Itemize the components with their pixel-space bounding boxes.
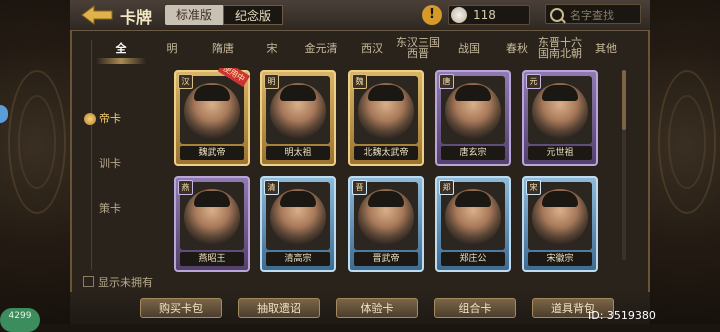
checkbox[interactable] <box>83 276 94 287</box>
era-badge: 元 <box>526 74 541 89</box>
search-icon <box>550 8 564 22</box>
tab-era-chunqiu[interactable]: 春秋 <box>494 32 540 64</box>
era-badge: 清 <box>264 180 279 195</box>
portrait <box>532 189 588 246</box>
era-badge: 郑 <box>439 180 454 195</box>
card-yanzhaowang[interactable]: 燕 燕昭王 <box>174 176 250 272</box>
card-name: 北魏太武帝 <box>354 146 418 160</box>
tab-era-donghan[interactable]: 东汉三国西晋 <box>392 32 444 64</box>
back-button[interactable] <box>80 3 114 27</box>
tab-era-all[interactable]: 全 <box>96 32 146 64</box>
combo-card-button[interactable]: 组合卡 <box>434 298 516 318</box>
card-weiwudi[interactable]: 汉 使用中 魏武帝 <box>174 68 250 166</box>
portrait <box>445 83 501 140</box>
era-badge: 燕 <box>178 180 193 195</box>
user-id: ID: 3519380 <box>588 309 656 322</box>
tab-era-ming[interactable]: 明 <box>148 32 196 64</box>
portrait <box>532 83 588 140</box>
card-mingtaizu[interactable]: 明 明太祖 <box>260 70 336 166</box>
show-unowned-label: 显示未拥有 <box>98 276 153 289</box>
era-badge: 唐 <box>439 74 454 89</box>
portrait <box>358 83 414 140</box>
page-title: 卡牌 <box>120 8 153 27</box>
card-name: 唐玄宗 <box>441 146 505 160</box>
trial-card-button[interactable]: 体验卡 <box>336 298 418 318</box>
card-name: 魏武帝 <box>180 146 244 160</box>
corner-badge[interactable]: 4299 <box>0 308 40 332</box>
left-ornament <box>0 0 70 324</box>
era-badge: 魏 <box>352 74 367 89</box>
buy-card-pack-button[interactable]: 购买卡包 <box>140 298 222 318</box>
portrait <box>184 83 240 140</box>
era-badge: 汉 <box>178 74 193 89</box>
nav-label: 策卡 <box>99 202 121 215</box>
card-yuanshizu[interactable]: 元 元世祖 <box>522 70 598 166</box>
tab-era-xihan[interactable]: 西汉 <box>348 32 396 64</box>
search-input[interactable] <box>568 5 642 25</box>
tab-era-nanbeichao[interactable]: 东晋十六国南北朝 <box>536 32 584 64</box>
tab-memorial-version[interactable]: 纪念版 <box>223 5 283 25</box>
era-tab-bar: 全 明 隋唐 宋 金元清 西汉 东汉三国西晋 战国 春秋 东晋十六国南北朝 其他 <box>90 32 630 64</box>
alert-icon[interactable]: ! <box>422 5 442 25</box>
card-name: 宋徽宗 <box>528 252 592 266</box>
nav-strategy-cards[interactable]: 策卡 <box>80 198 140 220</box>
header-bar: 卡牌 标准版 纪念版 ! 118 <box>70 0 650 31</box>
card-grid: 汉 使用中 魏武帝 明 明太祖 魏 北魏太武帝 唐 唐玄宗 元 元世祖 燕 燕昭… <box>170 68 610 286</box>
card-zhengzhuanggong[interactable]: 郑 郑庄公 <box>435 176 511 272</box>
card-jinwudi[interactable]: 晋 晋武帝 <box>348 176 424 272</box>
card-name: 明太祖 <box>266 146 330 160</box>
card-name: 燕昭王 <box>180 252 244 266</box>
tab-era-jinyuanqing[interactable]: 金元清 <box>296 32 346 64</box>
portrait <box>270 189 326 246</box>
silver-coin-icon <box>451 7 467 23</box>
nav-label: 训卡 <box>99 157 121 170</box>
tab-era-song[interactable]: 宋 <box>250 32 294 64</box>
card-scrollbar[interactable] <box>622 70 626 260</box>
show-unowned-toggle[interactable]: 显示未拥有 <box>83 274 153 290</box>
card-name: 清高宗 <box>266 252 330 266</box>
right-ornament <box>650 0 720 324</box>
card-qinggaozong[interactable]: 清 清高宗 <box>260 176 336 272</box>
card-name: 元世祖 <box>528 146 592 160</box>
era-badge: 宋 <box>526 180 541 195</box>
scroll-thumb[interactable] <box>622 70 626 130</box>
tab-standard-version[interactable]: 标准版 <box>165 5 223 25</box>
portrait <box>358 189 414 246</box>
card-beiweitaiwudi[interactable]: 魏 北魏太武帝 <box>348 70 424 166</box>
flower-icon <box>84 113 96 125</box>
draw-edict-button[interactable]: 抽取遗诏 <box>238 298 320 318</box>
search-box[interactable] <box>545 4 642 25</box>
tab-era-suitang[interactable]: 隋唐 <box>198 32 248 64</box>
card-songhuizong[interactable]: 宋 宋徽宗 <box>522 176 598 272</box>
currency-display[interactable]: 118 <box>448 5 530 25</box>
card-name: 郑庄公 <box>441 252 505 266</box>
card-tangxuanzong[interactable]: 唐 唐玄宗 <box>435 70 511 166</box>
portrait <box>184 189 240 246</box>
tab-era-zhanguo[interactable]: 战国 <box>446 32 492 64</box>
currency-count: 118 <box>473 8 496 22</box>
bottom-action-bar: 购买卡包 抽取遗诏 体验卡 组合卡 道具背包 <box>70 292 650 324</box>
era-badge: 明 <box>264 74 279 89</box>
portrait <box>270 83 326 140</box>
nav-label: 帝卡 <box>99 112 121 125</box>
era-badge: 晋 <box>352 180 367 195</box>
nav-emperor-cards[interactable]: 帝卡 <box>80 108 140 130</box>
tab-era-other[interactable]: 其他 <box>586 32 626 64</box>
portrait <box>445 189 501 246</box>
back-arrow-icon <box>81 5 113 25</box>
card-name: 晋武帝 <box>354 252 418 266</box>
nav-training-cards[interactable]: 训卡 <box>80 153 140 175</box>
